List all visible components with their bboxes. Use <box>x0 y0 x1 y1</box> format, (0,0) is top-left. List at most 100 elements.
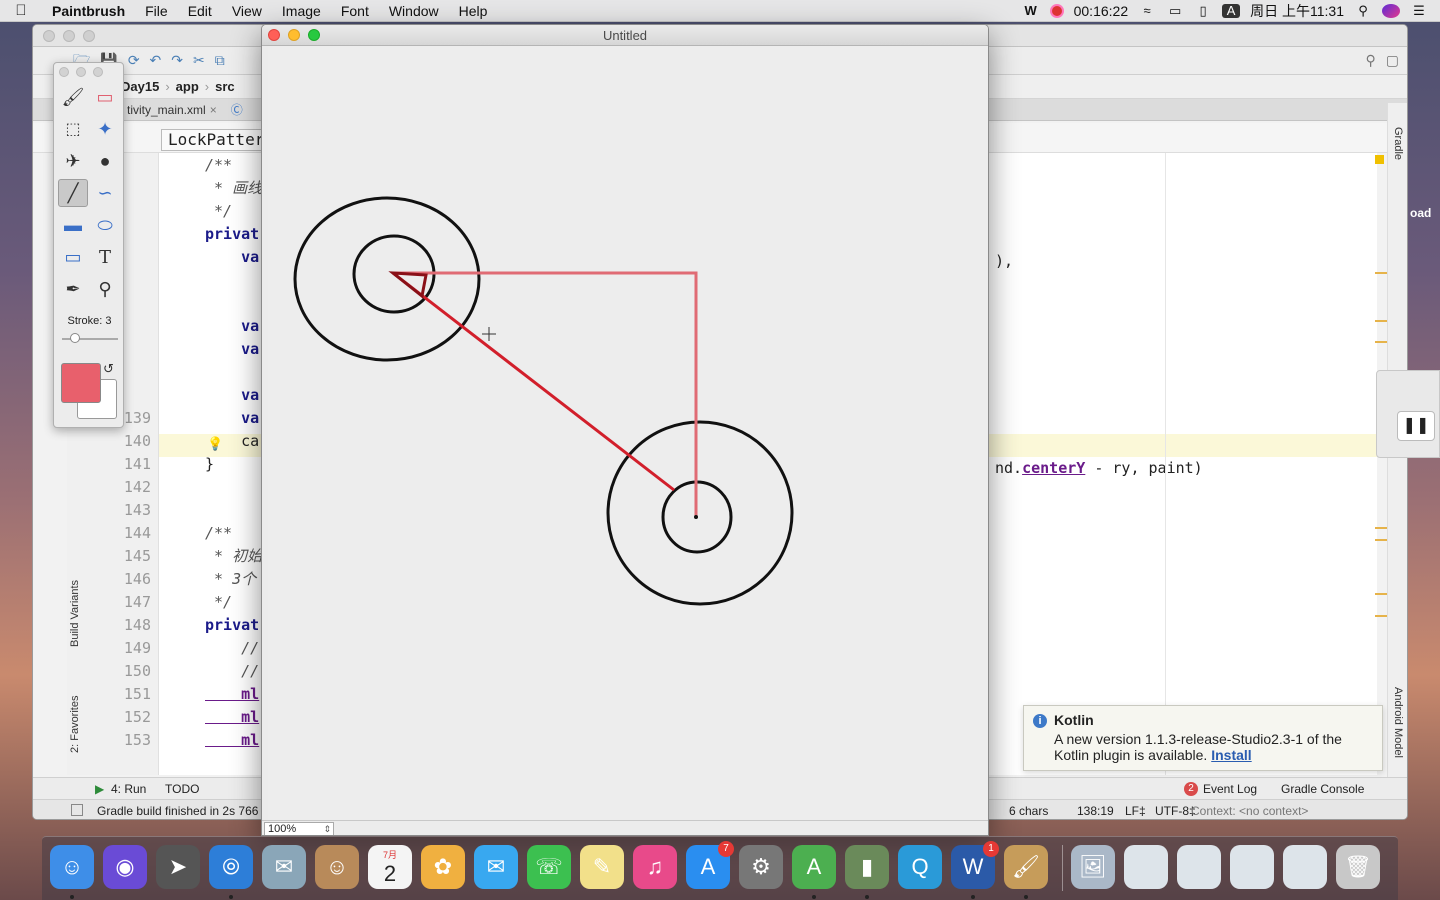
gradle-console-tab[interactable]: Gradle Console <box>1281 782 1364 796</box>
android-model-tab[interactable]: Android Model <box>1392 687 1404 758</box>
paint-zoom-button[interactable] <box>308 29 320 41</box>
redo-icon[interactable]: ↷ <box>171 52 183 69</box>
ide-search-icon[interactable]: ⚲ <box>1366 52 1376 69</box>
pause-button[interactable]: ❚❚ <box>1397 411 1435 441</box>
safari-icon[interactable]: ⦾ <box>209 845 253 889</box>
class-structure-label[interactable]: LockPatter <box>161 129 272 151</box>
paintbrush-tool-icon[interactable]: 🖌 <box>58 83 88 111</box>
gradle-tab[interactable]: Gradle <box>1392 127 1404 160</box>
wifi-icon[interactable]: ≈ <box>1138 3 1156 18</box>
rounded-rect-tool-icon[interactable]: ▭ <box>58 243 88 271</box>
menu-image[interactable]: Image <box>272 0 331 22</box>
airplay-icon[interactable]: ▭ <box>1166 3 1184 18</box>
text-tool-icon[interactable]: T <box>90 243 120 271</box>
breadcrumb-day15[interactable]: Day15 <box>121 79 159 94</box>
menu-edit[interactable]: Edit <box>178 0 222 22</box>
itunes-icon[interactable]: ♫ <box>633 845 677 889</box>
quicktime-icon[interactable]: Q <box>898 845 942 889</box>
rect-select-tool-icon[interactable]: ⬚ <box>58 115 88 143</box>
ide-minimize-button[interactable] <box>63 30 75 42</box>
android-studio-icon[interactable]: A <box>792 845 836 889</box>
event-log-tab[interactable]: Event Log <box>1203 782 1257 796</box>
undo-icon[interactable]: ↶ <box>150 52 162 69</box>
zoom-stepper-icon[interactable]: ⇕ <box>323 823 331 835</box>
launchpad-icon[interactable]: ➤ <box>156 845 200 889</box>
system-preferences-icon[interactable]: ⚙ <box>739 845 783 889</box>
install-link[interactable]: Install <box>1211 747 1251 763</box>
eraser-tool-icon[interactable]: ▭ <box>90 83 120 111</box>
todo-tab[interactable]: TODO <box>165 782 199 796</box>
palette-minimize-button[interactable] <box>76 67 86 77</box>
palette-zoom-button[interactable] <box>93 67 103 77</box>
calendar-icon[interactable]: 7月 2 <box>368 845 412 889</box>
menu-file[interactable]: File <box>135 0 178 22</box>
stroke-slider-knob[interactable] <box>70 333 80 343</box>
messages-icon[interactable]: ✉ <box>474 845 518 889</box>
status-message[interactable]: Gradle build finished in 2s 766 <box>97 804 258 818</box>
menu-app-name[interactable]: Paintbrush <box>42 0 135 22</box>
ellipse-tool-icon[interactable]: ⬭ <box>90 211 120 239</box>
zoom-tool-icon[interactable]: ⚲ <box>90 275 120 303</box>
zoom-select[interactable]: 100% ⇕ <box>264 822 334 835</box>
screen-record-icon[interactable] <box>1049 3 1064 18</box>
word-status-icon[interactable]: W <box>1022 3 1040 18</box>
breadcrumb-src[interactable]: src <box>215 79 235 94</box>
trash-icon[interactable]: 🗑 <box>1336 845 1380 889</box>
paint-close-button[interactable] <box>268 29 280 41</box>
breadcrumb-app[interactable]: app <box>176 79 199 94</box>
cut-icon[interactable]: ✂ <box>193 52 205 69</box>
battery-icon[interactable]: ▯ <box>1194 3 1212 18</box>
notification-center-icon[interactable]: ☰ <box>1410 3 1428 18</box>
fill-bucket-tool-icon[interactable]: ✈ <box>58 147 88 175</box>
finder-icon[interactable]: ☺ <box>50 845 94 889</box>
foreground-color-swatch[interactable] <box>61 363 101 403</box>
toggle-tool-windows-icon[interactable] <box>71 804 83 816</box>
line-tool-icon[interactable]: ╱ <box>58 179 88 207</box>
copy-icon[interactable]: ⧉ <box>215 52 225 69</box>
window-thumb-4-icon[interactable] <box>1283 845 1327 889</box>
menu-view[interactable]: View <box>222 0 272 22</box>
status-line-separator[interactable]: LF‡ <box>1125 804 1146 818</box>
swap-colors-icon[interactable]: ↺ <box>103 361 114 377</box>
code-fragment-property[interactable]: centerY <box>1022 459 1085 477</box>
menu-clock[interactable]: 周日 上午11:31 <box>1250 1 1344 21</box>
ide-close-button[interactable] <box>43 30 55 42</box>
ide-user-icon[interactable]: ▢ <box>1386 52 1399 69</box>
paintbrush-icon[interactable]: 🖌 <box>1004 845 1048 889</box>
spotlight-search-icon[interactable]: ⚲ <box>1354 3 1372 18</box>
window-thumb-3-icon[interactable] <box>1230 845 1274 889</box>
menu-window[interactable]: Window <box>379 0 449 22</box>
menu-help[interactable]: Help <box>449 0 498 22</box>
status-caret-position[interactable]: 138:19 <box>1077 804 1114 818</box>
tab-kotlin-class-icon[interactable]: Ⓒ <box>231 101 243 118</box>
ide-zoom-button[interactable] <box>83 30 95 42</box>
close-tab-icon[interactable]: × <box>210 103 217 117</box>
palette-close-button[interactable] <box>59 67 69 77</box>
curve-tool-icon[interactable]: ∽ <box>90 179 120 207</box>
status-encoding[interactable]: UTF-8‡ <box>1155 804 1196 818</box>
mail-icon[interactable]: ✉ <box>262 845 306 889</box>
sync-icon[interactable]: ⟳ <box>128 52 140 69</box>
eyedropper-tool-icon[interactable]: ✒ <box>58 275 88 303</box>
run-icon[interactable]: ▶ <box>95 782 104 796</box>
facetime-icon[interactable]: ☏ <box>527 845 571 889</box>
tab-activity-main-xml[interactable]: tivity_main.xml × <box>127 103 217 117</box>
paint-minimize-button[interactable] <box>288 29 300 41</box>
bomb-tool-icon[interactable]: ● <box>90 147 120 175</box>
run-tab[interactable]: 4: Run <box>111 782 146 796</box>
siri-status-icon[interactable] <box>1382 3 1400 18</box>
build-variants-tab[interactable]: Build Variants <box>69 580 81 647</box>
contacts-icon[interactable]: ☺ <box>315 845 359 889</box>
drawing-canvas[interactable] <box>268 46 988 820</box>
favorites-tab[interactable]: 2: Favorites <box>69 696 81 753</box>
input-method-icon[interactable]: A <box>1222 3 1241 18</box>
java-icon[interactable]: ▮ <box>845 845 889 889</box>
rectangle-tool-icon[interactable]: ▬ <box>58 211 88 239</box>
notes-icon[interactable]: ✎ <box>580 845 624 889</box>
photos-icon[interactable]: ✿ <box>421 845 465 889</box>
window-thumb-1-icon[interactable] <box>1124 845 1168 889</box>
siri-icon[interactable]: ◉ <box>103 845 147 889</box>
preview-icon[interactable]: 🖼 <box>1071 845 1115 889</box>
window-thumb-2-icon[interactable] <box>1177 845 1221 889</box>
inspection-status-icon[interactable] <box>1375 155 1384 164</box>
